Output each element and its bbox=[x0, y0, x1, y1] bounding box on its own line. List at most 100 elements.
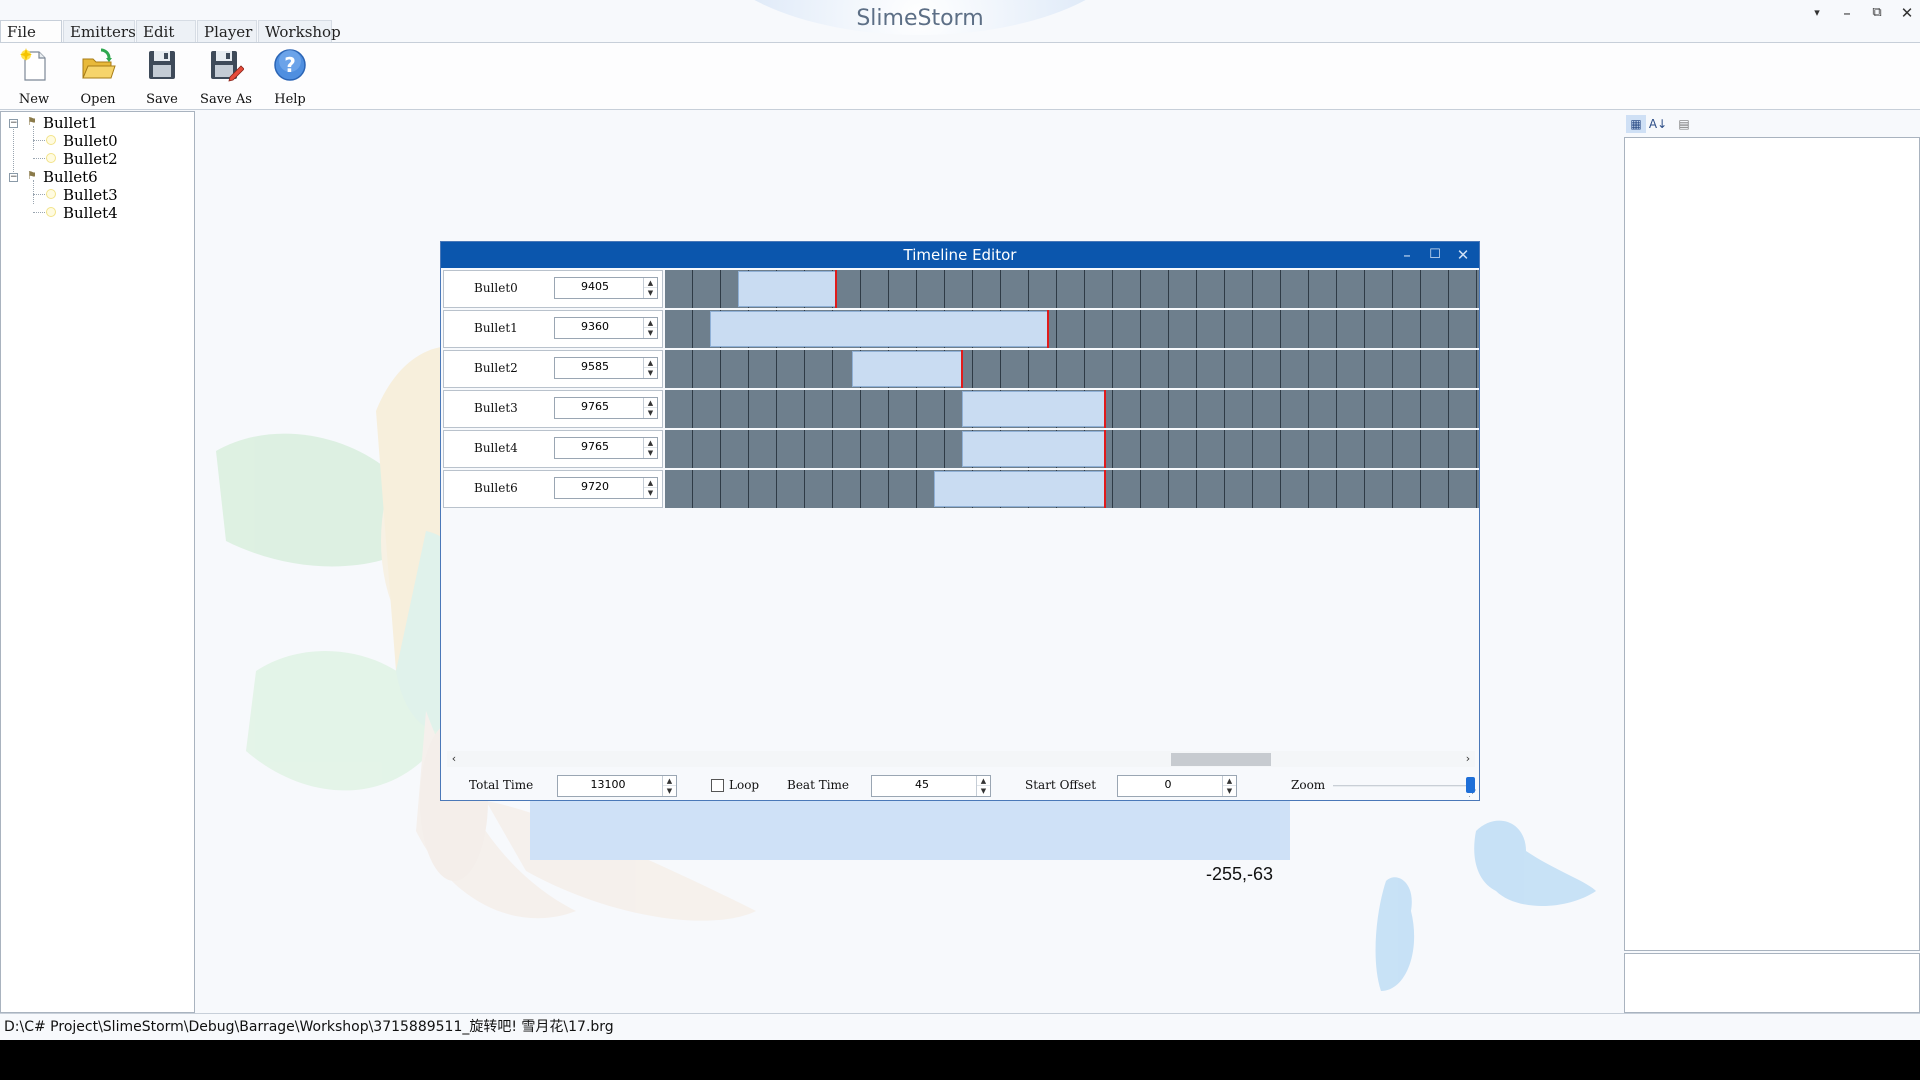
open-button[interactable]: Open bbox=[66, 45, 130, 107]
expand-toggle[interactable]: − bbox=[9, 119, 18, 128]
zoom-label: Zoom bbox=[1291, 778, 1326, 792]
scroll-right-arrow[interactable]: › bbox=[1461, 751, 1475, 767]
property-pages-icon[interactable]: ▤ bbox=[1674, 115, 1694, 133]
increment-icon[interactable]: ▲ bbox=[663, 776, 676, 786]
tab-workshop[interactable]: Workshop bbox=[258, 20, 341, 42]
tree-connector bbox=[33, 140, 47, 141]
scroll-left-arrow[interactable]: ‹ bbox=[447, 751, 461, 767]
loop-label: Loop bbox=[729, 778, 760, 792]
tab-edit[interactable]: Edit bbox=[136, 20, 196, 42]
timeline-title: Timeline Editor bbox=[903, 246, 1017, 264]
tree-connector bbox=[33, 180, 34, 204]
row-time-stepper[interactable]: 9765 ▲ ▼ bbox=[554, 397, 658, 419]
scroll-thumb[interactable] bbox=[1171, 753, 1271, 766]
timeline-row-header: Bullet3 9765 ▲ ▼ bbox=[443, 390, 663, 428]
row-time-stepper[interactable]: 9360 ▲ ▼ bbox=[554, 317, 658, 339]
timeline-segment[interactable] bbox=[933, 471, 1105, 507]
decrement-icon[interactable]: ▼ bbox=[644, 288, 657, 298]
timeline-segment[interactable] bbox=[738, 271, 836, 307]
zoom-slider[interactable] bbox=[1333, 785, 1473, 787]
tab-player[interactable]: Player bbox=[197, 20, 257, 42]
loop-checkbox[interactable] bbox=[711, 779, 724, 792]
tree-item-label: Bullet0 bbox=[63, 132, 118, 150]
timeline-row-header: Bullet6 9720 ▲ ▼ bbox=[443, 470, 663, 508]
help-label: Help bbox=[274, 92, 306, 107]
tab-file[interactable]: File bbox=[0, 20, 62, 42]
timeline-end-marker[interactable] bbox=[961, 350, 964, 388]
tree-item-label: Bullet1 bbox=[43, 114, 98, 132]
timeline-track[interactable] bbox=[665, 350, 1479, 388]
timeline-track[interactable] bbox=[665, 270, 1479, 308]
tab-emitters[interactable]: Emitters bbox=[63, 20, 136, 42]
decrement-icon[interactable]: ▼ bbox=[1223, 786, 1236, 796]
timeline-row-name: Bullet3 bbox=[474, 401, 518, 415]
timeline-segment[interactable] bbox=[709, 311, 1048, 347]
timeline-row-header: Bullet4 9765 ▲ ▼ bbox=[443, 430, 663, 468]
timeline-segment[interactable] bbox=[962, 391, 1105, 427]
emitter-group-icon: ⚑ bbox=[27, 115, 37, 128]
row-time-stepper[interactable]: 9765 ▲ ▼ bbox=[554, 437, 658, 459]
timeline-row-name: Bullet4 bbox=[474, 441, 518, 455]
row-time-stepper[interactable]: 9720 ▲ ▼ bbox=[554, 477, 658, 499]
timeline-track[interactable] bbox=[665, 310, 1479, 348]
decrement-icon[interactable]: ▼ bbox=[644, 368, 657, 378]
expand-toggle[interactable]: − bbox=[9, 173, 18, 182]
total-time-stepper[interactable]: 13100 ▲ ▼ bbox=[557, 775, 677, 797]
stepper-buttons: ▲ ▼ bbox=[643, 438, 657, 458]
timeline-horizontal-scrollbar[interactable]: ‹ › bbox=[447, 751, 1475, 767]
timeline-segment[interactable] bbox=[852, 351, 963, 387]
row-time-stepper[interactable]: 9585 ▲ ▼ bbox=[554, 357, 658, 379]
row-time-stepper[interactable]: 9405 ▲ ▼ bbox=[554, 277, 658, 299]
save-as-button[interactable]: Save As bbox=[194, 45, 258, 107]
timeline-track[interactable] bbox=[665, 470, 1479, 508]
help-button[interactable]: ? Help bbox=[258, 45, 322, 107]
increment-icon[interactable]: ▲ bbox=[644, 438, 657, 448]
decrement-icon[interactable]: ▼ bbox=[644, 408, 657, 418]
row-time-value: 9585 bbox=[581, 360, 609, 373]
timeline-track[interactable] bbox=[665, 430, 1479, 468]
decrement-icon[interactable]: ▼ bbox=[644, 448, 657, 458]
tree-connector bbox=[33, 158, 47, 159]
timeline-title-bar[interactable]: Timeline Editor – ☐ ✕ bbox=[441, 242, 1479, 268]
timeline-end-marker[interactable] bbox=[1103, 430, 1106, 468]
timeline-end-marker[interactable] bbox=[834, 270, 837, 308]
new-button[interactable]: New bbox=[2, 45, 66, 107]
increment-icon[interactable]: ▲ bbox=[644, 278, 657, 288]
minimize-button[interactable]: – bbox=[1834, 2, 1860, 24]
alphabetical-sort-icon[interactable]: A↓ bbox=[1648, 115, 1668, 133]
timeline-end-marker[interactable] bbox=[1103, 470, 1106, 508]
timeline-maximize-button[interactable]: ☐ bbox=[1424, 244, 1446, 266]
timeline-editor-window: Timeline Editor – ☐ ✕ Bullet0 9405 ▲ ▼ Bulle… bbox=[440, 241, 1480, 801]
timeline-end-marker[interactable] bbox=[1103, 390, 1106, 428]
file-path: D:\C# Project\SlimeStorm\Debug\Barrage\W… bbox=[4, 1019, 614, 1035]
beat-time-stepper[interactable]: 45 ▲ ▼ bbox=[871, 775, 991, 797]
timeline-segment[interactable] bbox=[962, 431, 1105, 467]
decrement-icon[interactable]: ▼ bbox=[644, 328, 657, 338]
increment-icon[interactable]: ▲ bbox=[644, 478, 657, 488]
start-offset-stepper[interactable]: 0 ▲ ▼ bbox=[1117, 775, 1237, 797]
total-time-label: Total Time bbox=[469, 778, 534, 792]
resize-grip[interactable]: ⋰ bbox=[1468, 789, 1478, 799]
timeline-end-marker[interactable] bbox=[1046, 310, 1049, 348]
save-button[interactable]: Save bbox=[130, 45, 194, 107]
increment-icon[interactable]: ▲ bbox=[1223, 776, 1236, 786]
increment-icon[interactable]: ▲ bbox=[644, 358, 657, 368]
total-time-value: 13100 bbox=[590, 778, 626, 791]
decrement-icon[interactable]: ▼ bbox=[663, 786, 676, 796]
status-bar: D:\C# Project\SlimeStorm\Debug\Barrage\W… bbox=[0, 1013, 1920, 1040]
increment-icon[interactable]: ▲ bbox=[977, 776, 990, 786]
timeline-minimize-button[interactable]: – bbox=[1396, 244, 1418, 266]
categorized-icon[interactable]: ▦ bbox=[1626, 115, 1646, 133]
timeline-track[interactable] bbox=[665, 390, 1479, 428]
close-button[interactable]: ✕ bbox=[1894, 2, 1920, 24]
increment-icon[interactable]: ▲ bbox=[644, 318, 657, 328]
timeline-close-button[interactable]: ✕ bbox=[1452, 244, 1474, 266]
decrement-icon[interactable]: ▼ bbox=[644, 488, 657, 498]
property-grid[interactable] bbox=[1624, 137, 1920, 951]
decrement-icon[interactable]: ▼ bbox=[977, 786, 990, 796]
restore-button[interactable]: ⧉ bbox=[1864, 2, 1890, 24]
bullet-icon bbox=[46, 153, 56, 163]
increment-icon[interactable]: ▲ bbox=[644, 398, 657, 408]
window-menu-button[interactable]: ▾ bbox=[1804, 2, 1830, 24]
timeline-row: Bullet4 9765 ▲ ▼ bbox=[443, 430, 1479, 470]
